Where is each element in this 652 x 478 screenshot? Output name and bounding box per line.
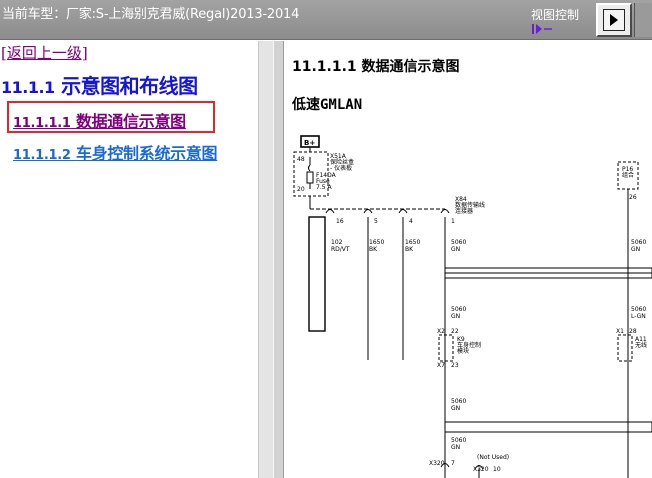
bcm-bottom-pin: 23 xyxy=(451,362,459,369)
nav-item-data-communication[interactable]: 11.1.1.1 数据通信示意图 xyxy=(13,108,186,132)
lower-wire-circuit: 5060 xyxy=(451,437,466,444)
wire-circuit: 1650 xyxy=(405,239,420,246)
wire-color: RD/VT xyxy=(331,246,350,253)
splitter-grip[interactable] xyxy=(273,41,283,478)
diagram-subtitle: 低速GMLAN xyxy=(292,97,363,113)
mid-wire-circuit: 5060 xyxy=(451,306,466,313)
right-module-conn: X1 xyxy=(616,328,624,335)
right-connector-pin: 26 xyxy=(629,194,637,201)
dlc-pin: 5 xyxy=(374,218,378,225)
nav-item-label: 数据通信示意图 xyxy=(75,112,186,131)
wire-color: GN xyxy=(451,246,460,253)
fuse-rating: 7.5 A xyxy=(316,184,332,191)
right-wire-circuit: 5060 xyxy=(631,239,646,246)
not-used-label: (Not Used) xyxy=(477,454,509,461)
wire-rdvt xyxy=(308,216,326,332)
page-title: 11.1.1.1 数据通信示意图 xyxy=(292,59,460,75)
right-module-pin: 28 xyxy=(629,328,637,335)
mid-wire-color: GN xyxy=(451,313,460,320)
header-edge xyxy=(634,3,652,37)
x320-a-pin: 7 xyxy=(451,460,455,467)
lower-wire-circuit: 5060 xyxy=(451,398,466,405)
dlc-pin: 4 xyxy=(409,218,413,225)
right-module xyxy=(617,334,633,362)
wire-color: BK xyxy=(405,246,414,253)
x320-a-label: X320 xyxy=(429,460,445,467)
nav-item-label: 车身控制系统示意图 xyxy=(75,144,218,163)
fuse-block-name-2: - 仪表板 xyxy=(330,164,352,172)
right-mid-color: L-GN xyxy=(631,313,646,320)
x320-b-pin: 10 xyxy=(493,466,501,473)
nav-item-number: 11.1.1.1 xyxy=(13,116,71,131)
navigation-panel: [返回上一级] 11.1.1 示意图和布线图 11.1.1.1 数据通信示意图 … xyxy=(0,41,258,478)
section-heading: 11.1.1 示意图和布线图 xyxy=(1,70,198,99)
dlc-pin: 1 xyxy=(451,218,455,225)
bcm-module xyxy=(438,334,454,362)
header-bar: 当前车型：厂家:S-上海别克君威(Regal)2013-2014 视图控制 xyxy=(0,0,652,40)
arrow-right-icon xyxy=(603,9,625,31)
dlc-name-2: 连接器 xyxy=(455,207,473,215)
nav-item-body-control[interactable]: 11.1.1.2 车身控制系统示意图 xyxy=(13,140,218,164)
right-mid-circuit: 5060 xyxy=(631,306,646,313)
x320-b-label: X320 xyxy=(473,466,489,473)
dlc-pin: 16 xyxy=(336,218,344,225)
wire-color: BK xyxy=(369,246,378,253)
back-link[interactable]: [返回上一级] xyxy=(1,42,88,63)
wire-circuit: 1650 xyxy=(369,239,384,246)
panel-splitter[interactable] xyxy=(258,41,284,478)
right-connector-name: 组合 xyxy=(622,171,634,179)
bcm-bottom-conn: X7 xyxy=(437,362,445,369)
wire-circuit: 5060 xyxy=(451,239,466,246)
fuse-pin-top: 48 xyxy=(297,156,305,163)
nav-item-number: 11.1.1.2 xyxy=(13,148,71,163)
right-wire-color: GN xyxy=(631,246,640,253)
fuse-pin-bottom: 20 xyxy=(297,186,305,193)
battery-label: B+ xyxy=(304,139,315,147)
content-panel: 11.1.1.1 数据通信示意图 低速GMLAN B+ X51A 保险丝盒 - … xyxy=(285,41,652,478)
scroll-arrows-icon[interactable] xyxy=(531,23,553,35)
wiring-diagram: B+ X51A 保险丝盒 - 仪表板 48 20 F14DA Fuse 7.5 … xyxy=(293,135,652,478)
bcm-top-conn: X2 xyxy=(437,328,445,335)
vehicle-model-text: 当前车型：厂家:S-上海别克君威(Regal)2013-2014 xyxy=(2,7,300,22)
right-module-name: 无线 xyxy=(635,341,647,349)
view-control-button[interactable] xyxy=(596,3,632,37)
fuse-symbol xyxy=(306,171,314,184)
bcm-name-2: 模块 xyxy=(457,347,469,355)
bcm-top-pin: 22 xyxy=(451,328,459,335)
section-number: 11.1.1 xyxy=(1,78,55,97)
view-control-label: 视图控制 xyxy=(531,8,580,22)
lower-wire-color: GN xyxy=(451,405,460,412)
wire-circuit: 102 xyxy=(331,239,343,246)
section-title: 示意图和布线图 xyxy=(61,74,198,98)
lower-wire-color: GN xyxy=(451,444,460,451)
